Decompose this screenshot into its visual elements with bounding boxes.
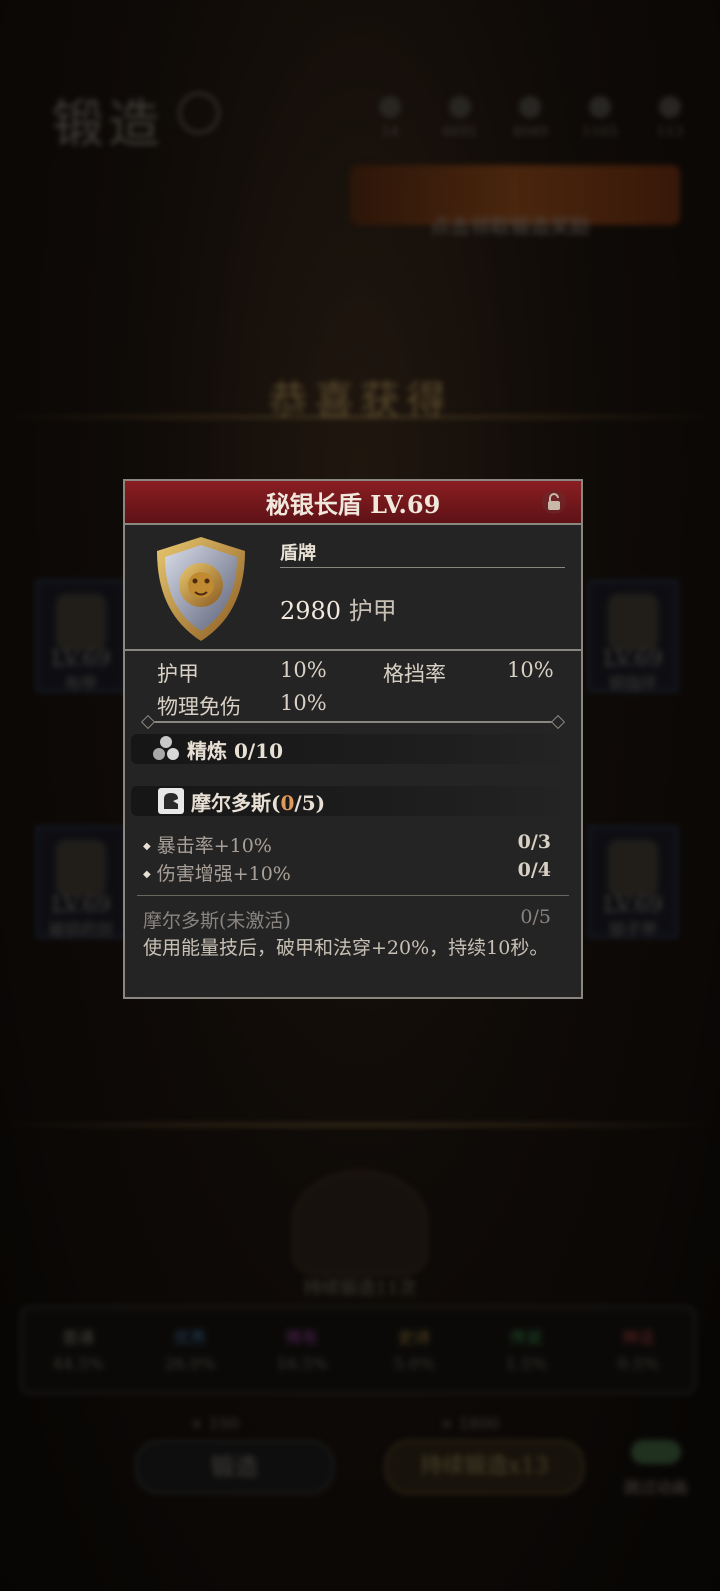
- stat-label: 物理免伤: [157, 695, 241, 719]
- refine-section[interactable]: 精炼 0/10: [131, 734, 575, 764]
- set-icon: [158, 788, 184, 814]
- divider: [280, 567, 565, 568]
- item-summary: 盾牌 2980 护甲: [125, 525, 581, 651]
- item-detail-popup: 秘银长盾 LV.69 盾牌 2980 护甲 护甲 10% 格挡率 10% 物理免…: [123, 479, 583, 999]
- set-name: 摩尔多斯(0/5): [191, 790, 326, 815]
- set-section[interactable]: 摩尔多斯(0/5): [131, 786, 575, 816]
- popup-header: 秘银长盾 LV.69: [125, 481, 581, 525]
- shield-icon: [157, 537, 245, 641]
- stat-label: 护甲: [157, 662, 199, 686]
- refine-label: 精炼 0/10: [187, 738, 284, 763]
- set-bonus: 伤害增强+10% 0/4: [143, 859, 551, 886]
- main-stat: 2980 护甲: [280, 597, 397, 625]
- set-effect-header: 摩尔多斯(未激活) 0/5: [143, 906, 551, 932]
- item-type: 盾牌: [280, 543, 316, 564]
- refine-icon: [153, 736, 179, 760]
- stat-label: 格挡率: [383, 662, 446, 686]
- set-effect-description: 使用能量技后，破甲和法穿+20%，持续10秒。: [143, 937, 549, 959]
- stat-value: 10%: [507, 658, 554, 682]
- divider: [137, 895, 569, 896]
- stat-value: 10%: [280, 691, 327, 715]
- lock-icon[interactable]: [541, 489, 567, 515]
- stat-value: 10%: [280, 658, 327, 682]
- item-title: 秘银长盾 LV.69: [265, 489, 441, 519]
- set-bonus: 暴击率+10% 0/3: [143, 831, 551, 858]
- ornament-divider: [149, 721, 557, 723]
